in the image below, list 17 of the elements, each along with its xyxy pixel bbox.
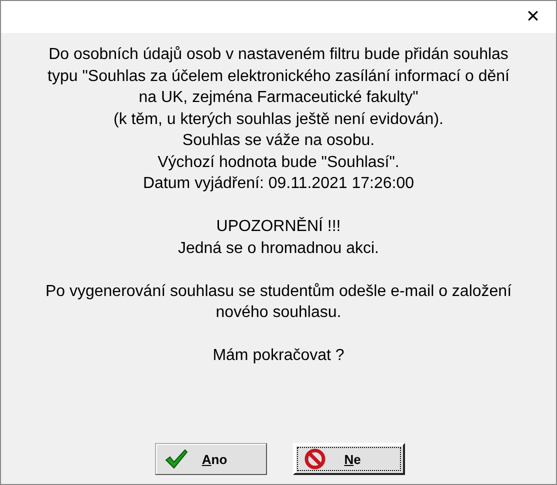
message-line: typu "Souhlas za účelem elektronického zasílání informací o dění (48, 66, 510, 86)
close-button[interactable]: ✕ (510, 1, 556, 33)
message-line: (k těm, u kterých souhlas ještě není evidován). (114, 110, 444, 130)
prohibited-icon (302, 448, 326, 470)
message-line: UPOZORNĚNÍ !!! (216, 216, 341, 237)
message-line: Souhlas se váže na osobu. (182, 131, 375, 151)
message-line: Výchozí hodnota bude "Souhlasí". (158, 152, 400, 172)
no-button[interactable]: Ne (292, 443, 404, 475)
message-line: Datum vyjádření: 09.11.2021 17:26:00 (143, 174, 414, 194)
checkmark-icon (164, 448, 188, 470)
message-line: Mám pokračovat ? (212, 346, 344, 366)
yes-button[interactable]: Ano (154, 443, 266, 475)
message-line: nového souhlasu. (216, 303, 342, 323)
message-line: na UK, zejména Farmaceutické fakulty" (138, 88, 418, 108)
message-line: Po vygenerování souhlasu se studentům odešle e-mail o založení (45, 282, 512, 302)
message-line: Do osobních údajů osob v nastaveném filtru bude přidán souhlas (48, 45, 508, 65)
message-line: Jedná se o hromadnou akci. (178, 238, 379, 258)
